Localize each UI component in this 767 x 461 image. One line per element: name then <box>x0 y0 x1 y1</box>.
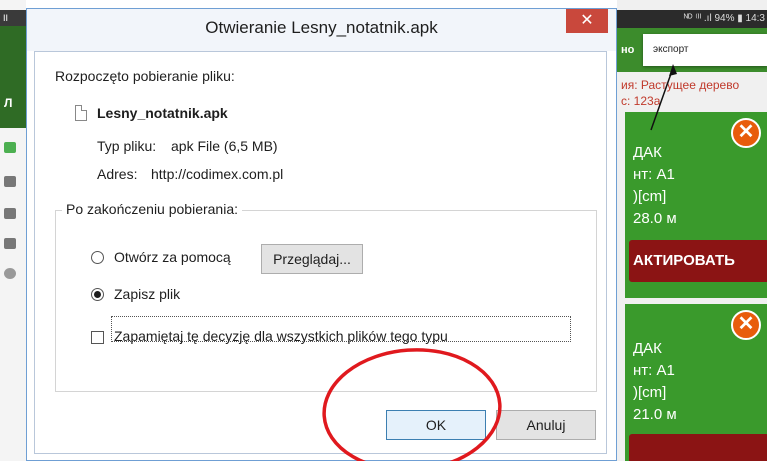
annotation-circle <box>322 348 502 461</box>
